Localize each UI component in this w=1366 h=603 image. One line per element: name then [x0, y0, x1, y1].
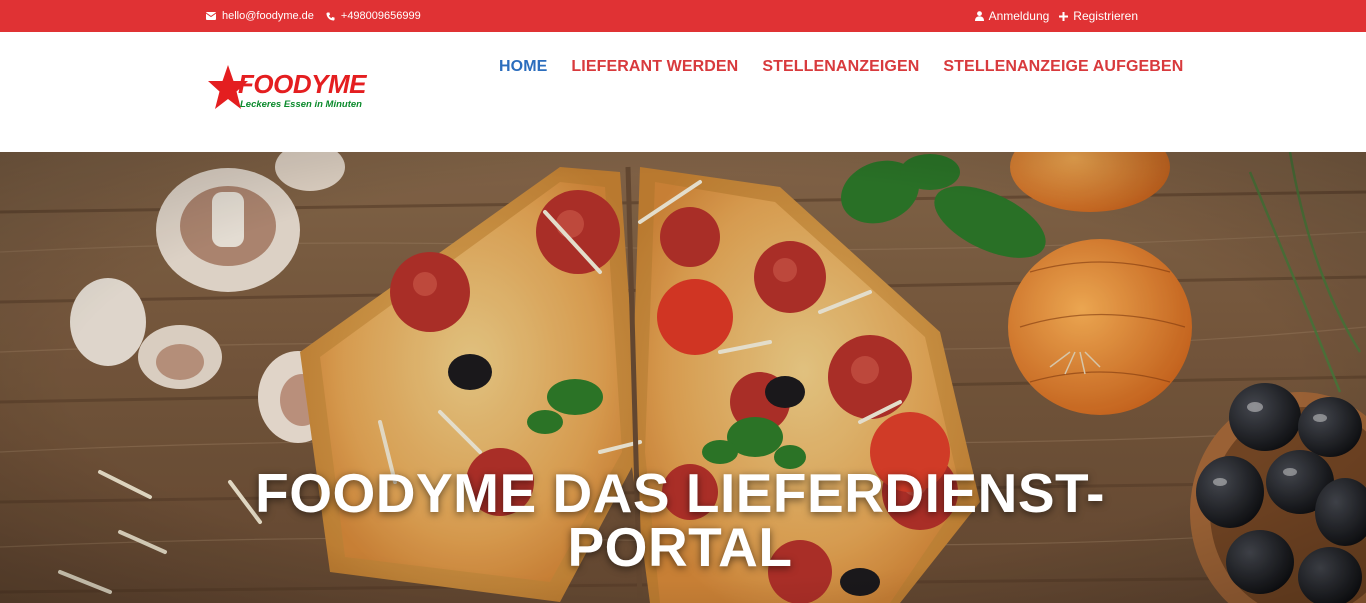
logo-brand: FOODYME [238, 69, 366, 99]
phone-text: +498009656999 [340, 10, 421, 22]
phone-icon [326, 11, 335, 21]
main-navigation: HOME LIEFERANT WERDEN STELLENANZEIGEN ST… [499, 58, 1183, 76]
nav-lieferant-werden[interactable]: LIEFERANT WERDEN [571, 58, 738, 76]
nav-home[interactable]: HOME [499, 58, 547, 76]
register-label: Registrieren [1073, 9, 1138, 23]
site-header: FOODYME Leckeres Essen in Minuten HOME L… [0, 32, 1366, 152]
email-text: hello@foodyme.de [222, 10, 314, 22]
register-link[interactable]: Registrieren [1059, 9, 1138, 23]
nav-stellenanzeigen[interactable]: STELLENANZEIGEN [762, 58, 919, 76]
email-contact[interactable]: hello@foodyme.de [206, 10, 314, 22]
hero-title: FOODYME DAS LIEFERDIENST-PORTAL [255, 462, 1105, 578]
login-link[interactable]: Anmeldung [974, 9, 1050, 23]
account-links: Anmeldung Registrieren [974, 0, 1138, 32]
login-label: Anmeldung [988, 9, 1050, 23]
top-contact-bar: hello@foodyme.de +498009656999 Anmeldung… [0, 0, 1366, 32]
logo-slogan: Leckeres Essen in Minuten [240, 99, 362, 110]
phone-contact[interactable]: +498009656999 [326, 10, 421, 22]
hero-banner: FOODYME DAS LIEFERDIENST-PORTAL [0, 152, 1366, 603]
user-icon [974, 11, 984, 21]
nav-stellenanzeige-aufgeben[interactable]: STELLENANZEIGE AUFGEBEN [943, 58, 1183, 76]
plus-icon [1059, 11, 1069, 21]
envelope-icon [206, 12, 216, 20]
site-logo[interactable]: FOODYME Leckeres Essen in Minuten [207, 64, 367, 116]
contact-info: hello@foodyme.de +498009656999 [206, 0, 421, 32]
